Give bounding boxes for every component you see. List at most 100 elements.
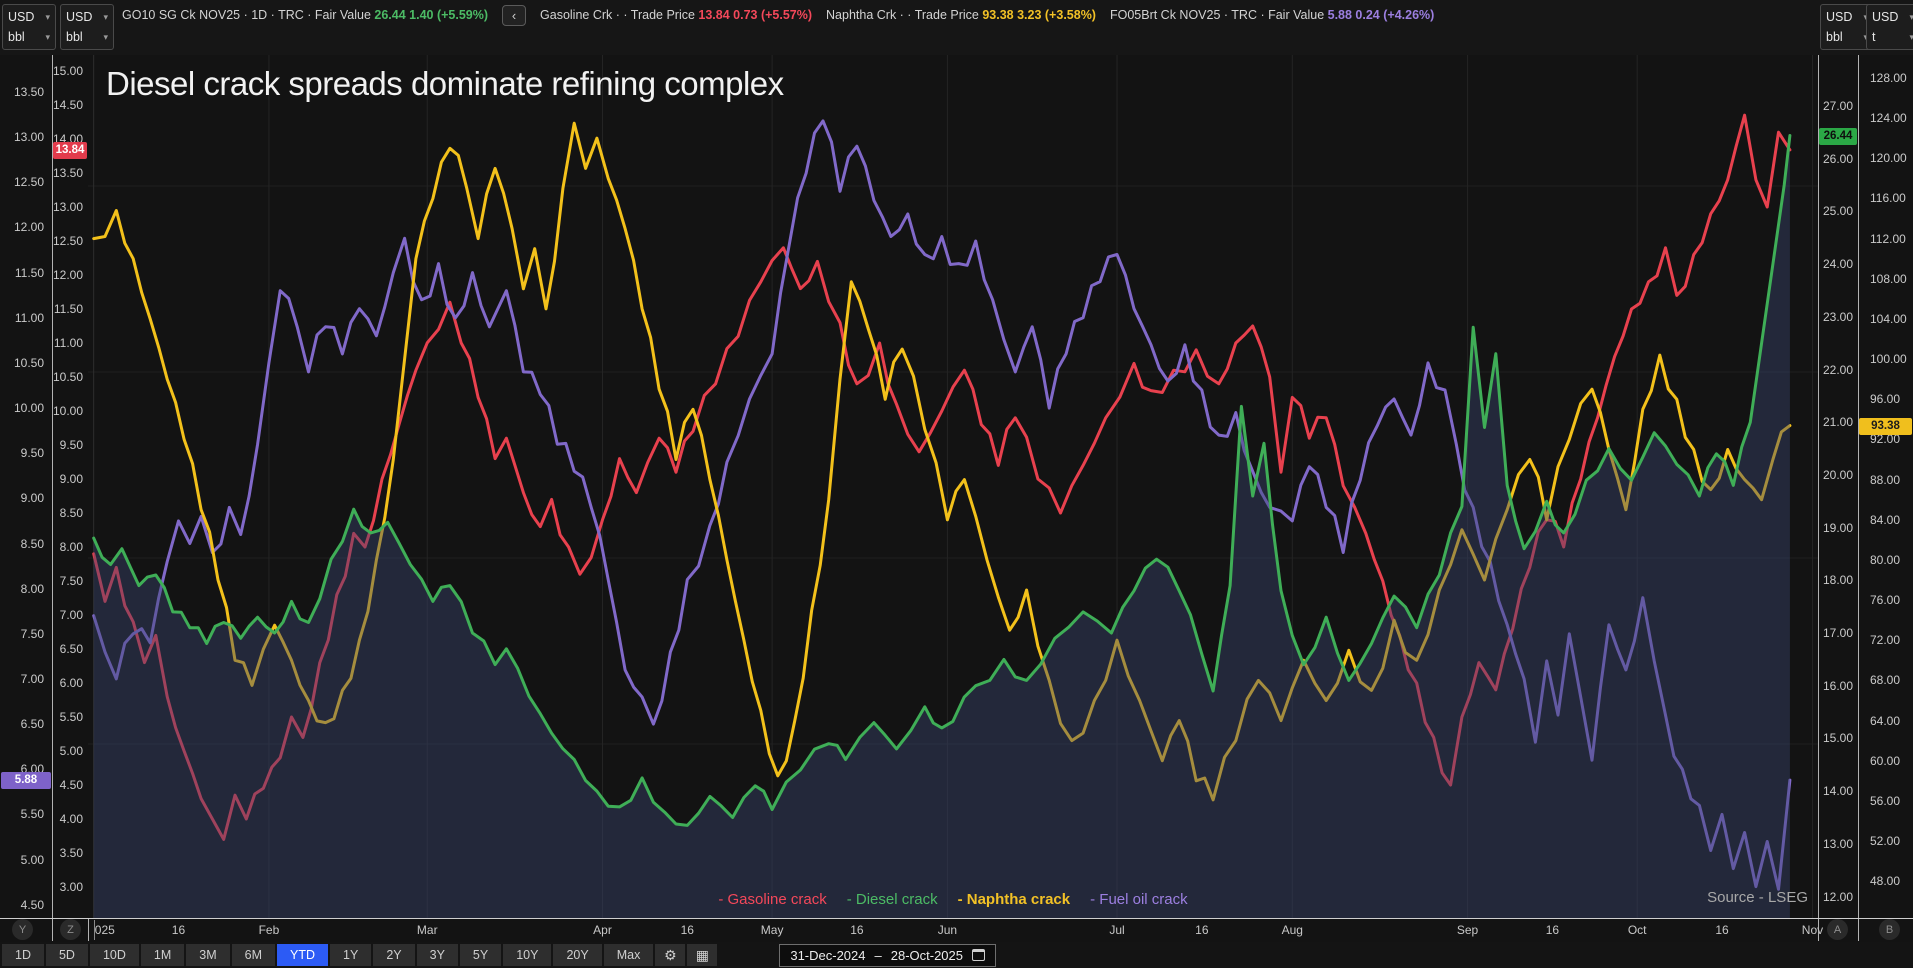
- time-tick-label: Apr: [593, 923, 612, 937]
- range-button-ytd[interactable]: YTD: [277, 944, 328, 966]
- chevron-down-icon: ▾: [1909, 33, 1913, 42]
- unit-select[interactable]: bbl▾: [66, 31, 108, 44]
- range-button-max[interactable]: Max: [604, 944, 654, 966]
- calendar-icon: [972, 949, 985, 961]
- range-button-5y[interactable]: 5Y: [460, 944, 501, 966]
- axis-tick-label: 5.50: [0, 808, 44, 820]
- axis-separator: [52, 55, 53, 941]
- axis-tick-label: 5.50: [52, 711, 83, 723]
- axis-tick-label: 20.00: [1823, 469, 1853, 481]
- axis-tick-label: 3.50: [52, 847, 83, 859]
- currency-select[interactable]: USD▾: [66, 11, 108, 24]
- currency-select[interactable]: USD▾: [8, 11, 50, 24]
- time-axis[interactable]: 02516FebMarApr16May16JunJul16AugSep16Oct…: [0, 920, 1913, 942]
- axis-tick-label: 8.00: [0, 583, 44, 595]
- range-button-10y[interactable]: 10Y: [503, 944, 551, 966]
- axis-tick-label: 10.00: [52, 405, 83, 417]
- currency-select[interactable]: USD▾: [1826, 11, 1868, 24]
- axis-tick-label: 9.00: [52, 473, 83, 485]
- chevron-down-icon: ▾: [1909, 13, 1913, 22]
- axis-tick-label: 5.00: [0, 854, 44, 866]
- instrument-legend-item[interactable]: Gasoline Crk · · Trade Price 13.84 0.73 …: [540, 8, 812, 22]
- legend-item: - Naphtha crack: [958, 891, 1071, 908]
- time-tick-label: Jun: [938, 923, 957, 937]
- axis-tick-label: 23.00: [1823, 311, 1853, 323]
- axis-tick-label: 9.50: [52, 439, 83, 451]
- date-from: 31-Dec-2024: [790, 948, 865, 963]
- unit-dropdown-axis-y[interactable]: USD▾ bbl▾: [2, 4, 56, 50]
- layout-grid-icon[interactable]: ▦: [687, 944, 717, 966]
- instrument-legend-item[interactable]: FO05Brt Ck NOV25 · TRC · Fair Value 5.88…: [1110, 8, 1434, 22]
- range-toolbar: 1D5D10D1M3M6MYTD1Y2Y3Y5Y10Y20YMax ⚙ ▦ 31…: [0, 942, 1913, 968]
- axis-tick-label: 4.50: [0, 899, 44, 911]
- unit-select[interactable]: t▾: [1872, 31, 1913, 44]
- axis-tick-label: 16.00: [1823, 680, 1853, 692]
- plot-right-border: [1818, 55, 1819, 941]
- axis-button-y[interactable]: Y: [12, 919, 33, 940]
- range-button-3m[interactable]: 3M: [186, 944, 229, 966]
- axis-tick-label: 84.00: [1870, 514, 1900, 526]
- currency-select[interactable]: USD▾: [1872, 11, 1913, 24]
- axis-tick-label: 72.00: [1870, 634, 1900, 646]
- axis-tick-label: 6.50: [0, 718, 44, 730]
- axis-tick-label: 7.00: [52, 609, 83, 621]
- axis-button-z[interactable]: Z: [60, 919, 81, 940]
- range-button-5d[interactable]: 5D: [46, 944, 88, 966]
- axis-button-a[interactable]: A: [1827, 919, 1848, 940]
- axis-tick-label: 7.50: [52, 575, 83, 587]
- last-price-badge: 93.38: [1859, 418, 1912, 435]
- axis-tick-label: 6.00: [52, 677, 83, 689]
- axis-tick-label: 18.00: [1823, 574, 1853, 586]
- instrument-value: 13.84 0.73 (+5.57%): [698, 8, 812, 22]
- range-button-2y[interactable]: 2Y: [373, 944, 414, 966]
- instrument-value: 5.88 0.24 (+4.26%): [1328, 8, 1435, 22]
- axis-tick-label: 22.00: [1823, 364, 1853, 376]
- range-buttons: 1D5D10D1M3M6MYTD1Y2Y3Y5Y10Y20YMax: [2, 944, 655, 966]
- axis-tick-label: 14.50: [52, 99, 83, 111]
- instrument-legend-item[interactable]: Naphtha Crk · · Trade Price 93.38 3.23 (…: [826, 8, 1096, 22]
- axis-tick-label: 100.00: [1870, 353, 1907, 365]
- range-button-6m[interactable]: 6M: [232, 944, 275, 966]
- axis-tick-label: 26.00: [1823, 153, 1853, 165]
- axis-tick-label: 27.00: [1823, 100, 1853, 112]
- source-attribution: Source - LSEG: [1648, 889, 1808, 906]
- last-price-badge: 13.84: [53, 142, 87, 159]
- instrument-legend-item[interactable]: GO10 SG Ck NOV25 · 1D · TRC · Fair Value…: [122, 8, 488, 22]
- top-toolbar: USD▾ bbl▾ USD▾ bbl▾ GO10 SG Ck NOV25 · 1D …: [0, 0, 1913, 55]
- axis-tick-label: 24.00: [1823, 258, 1853, 270]
- axis-tick-label: 13.00: [52, 201, 83, 213]
- axis-tick-label: 124.00: [1870, 112, 1907, 124]
- axis-tick-label: 12.00: [52, 269, 83, 281]
- instrument-name: Gasoline Crk · · Trade Price: [540, 8, 698, 22]
- axis-tick-label: 8.00: [52, 541, 83, 553]
- range-button-1y[interactable]: 1Y: [330, 944, 371, 966]
- axis-tick-label: 5.00: [52, 745, 83, 757]
- chart-plot-area[interactable]: Diesel crack spreads dominate refining c…: [88, 55, 1818, 918]
- instrument-name: Naphtha Crk · · Trade Price: [826, 8, 982, 22]
- range-button-20y[interactable]: 20Y: [553, 944, 601, 966]
- axis-tick-label: 12.50: [0, 176, 44, 188]
- range-button-3y[interactable]: 3Y: [417, 944, 458, 966]
- instrument-value: 93.38 3.23 (+3.58%): [982, 8, 1096, 22]
- settings-gear-icon[interactable]: ⚙: [655, 944, 685, 966]
- axis-tick-label: 12.00: [1823, 891, 1853, 903]
- axis-button-b[interactable]: B: [1879, 919, 1900, 940]
- unit-select[interactable]: bbl▾: [1826, 31, 1868, 44]
- chevron-down-icon: ▾: [103, 33, 108, 42]
- range-button-1m[interactable]: 1M: [141, 944, 184, 966]
- range-button-10d[interactable]: 10D: [90, 944, 139, 966]
- instrument-name: FO05Brt Ck NOV25 · TRC · Fair Value: [1110, 8, 1328, 22]
- axis-tick-label: 56.00: [1870, 795, 1900, 807]
- unit-dropdown-axis-z[interactable]: USD▾ bbl▾: [60, 4, 114, 50]
- unit-select[interactable]: bbl▾: [8, 31, 50, 44]
- axis-tick-label: 88.00: [1870, 474, 1900, 486]
- chevron-down-icon: ▾: [45, 33, 50, 42]
- date-range-picker[interactable]: 31-Dec-2024 – 28-Oct-2025: [779, 944, 996, 967]
- last-price-badge: 26.44: [1819, 128, 1857, 145]
- axis-tick-label: 21.00: [1823, 416, 1853, 428]
- legend-collapse-button[interactable]: ‹: [502, 5, 526, 26]
- unit-dropdown-axis-b[interactable]: USD▾ t▾: [1866, 4, 1913, 50]
- range-button-1d[interactable]: 1D: [2, 944, 44, 966]
- time-tick-label: 16: [681, 923, 694, 937]
- axis-tick-label: 120.00: [1870, 152, 1907, 164]
